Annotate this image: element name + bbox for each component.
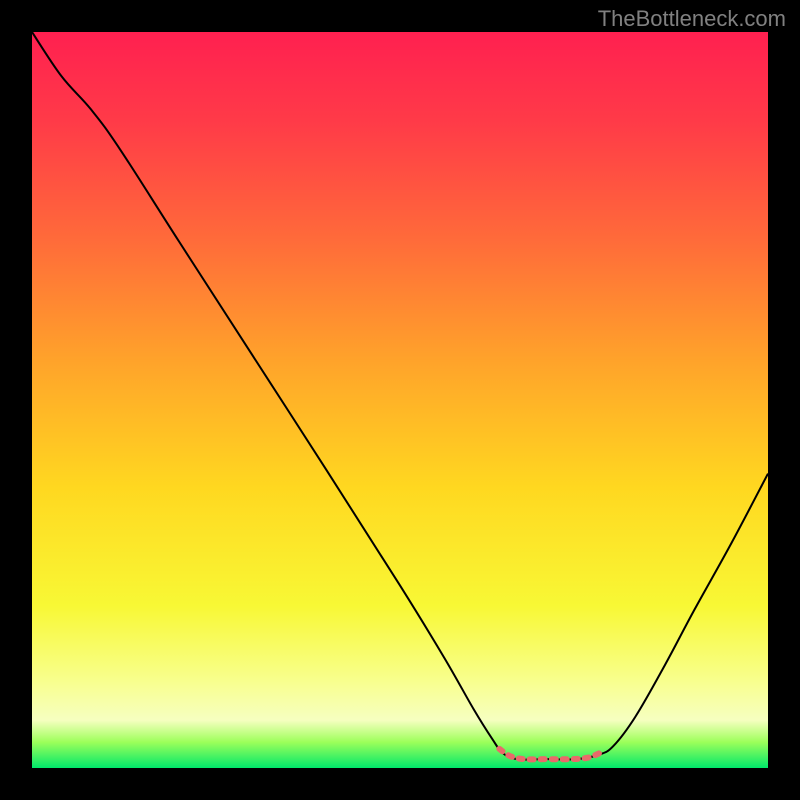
bottleneck-curve-path [32, 32, 768, 760]
watermark-text: TheBottleneck.com [598, 6, 786, 32]
chart-curve [32, 32, 768, 768]
plot-area [32, 32, 768, 768]
valley-highlight-path [499, 749, 602, 760]
